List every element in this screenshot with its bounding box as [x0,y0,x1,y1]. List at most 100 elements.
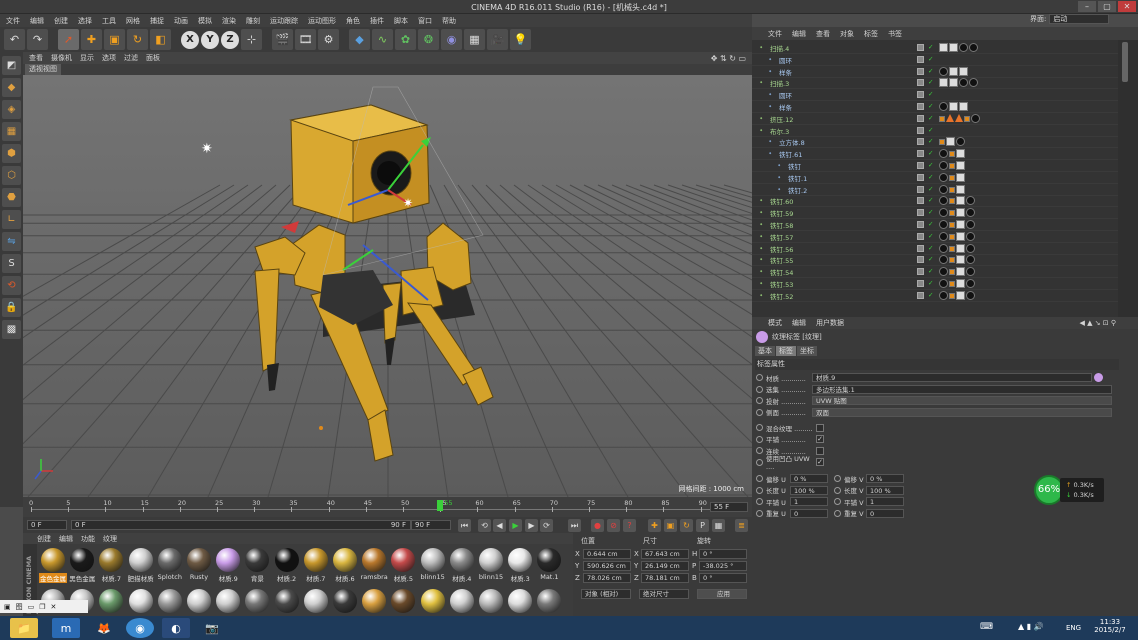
light-icon[interactable]: 💡 [510,29,531,50]
tag-icon[interactable] [939,196,948,206]
key-param-icon[interactable]: P [696,519,709,532]
key-position-icon[interactable]: ✚ [648,519,661,532]
enable-check-icon[interactable]: ✓ [928,208,933,216]
animate-dot-icon[interactable] [756,486,763,494]
tag-icon[interactable] [966,279,975,288]
material-swatch-row2[interactable] [391,589,416,613]
attribute-nav-icons[interactable]: ◀ ▲ ↘ ⊡ ⚲ [1079,319,1116,327]
enable-check-icon[interactable]: ✓ [928,291,933,299]
tag-icon[interactable] [939,78,948,88]
animate-dot-icon[interactable] [756,458,763,466]
next-key-icon[interactable]: ⟳ [540,519,553,532]
viewport-menu-item-2[interactable]: 显示 [80,53,94,63]
keyboard-icon[interactable]: ⌨ [980,622,993,632]
close-button[interactable]: ✕ [1118,1,1136,12]
size-field[interactable]: 67.643 cm [641,549,689,559]
viewport-menu-item-5[interactable]: 面板 [146,53,160,63]
animate-dot-icon[interactable] [756,424,763,431]
rotation-field[interactable]: 0 ° [699,549,747,559]
popup-close-icon[interactable]: ✕ [51,603,57,611]
viewport-menu-item-1[interactable]: 摄像机 [51,53,72,63]
tag-icon[interactable] [939,115,945,122]
tag-icon[interactable] [949,233,955,240]
attribute-checkbox[interactable]: ✓ [816,435,824,443]
object-row[interactable]: ⬩ 挤压.12 ✓ [752,113,1118,125]
menu-item-0[interactable]: 文件 [6,16,20,26]
animate-dot-icon[interactable] [756,498,763,505]
attribute-field-value[interactable]: UVW 贴图 [812,396,1112,405]
animate-dot-icon[interactable] [834,486,841,494]
material-swatch[interactable]: 材质.6 [331,548,359,583]
tag-icon[interactable] [971,113,980,123]
cinema4d-taskbar-icon[interactable]: ◐ [162,618,190,638]
camera-app-icon[interactable]: 📷 [198,618,226,638]
tray-icons[interactable]: ▲ ▮ 🔊 [1018,622,1044,631]
material-menu-item-2[interactable]: 功能 [81,534,95,544]
tag-icon[interactable] [959,43,968,52]
axis-mode-icon[interactable]: ∟ [2,210,21,229]
material-swatch[interactable]: 肥描材质 [127,548,155,583]
enable-check-icon[interactable]: ✓ [928,279,933,287]
viewport-nav-icons[interactable]: ✥ ⇅ ↻ ▭ [711,54,746,63]
visibility-toggle[interactable] [917,67,924,75]
object-row[interactable]: ⬩ 圆环 ✓ [752,54,1118,66]
material-swatch[interactable]: Mat.1 [535,548,563,581]
visibility-toggle[interactable] [917,244,924,252]
points-mode-icon[interactable]: ⬢ [2,144,21,163]
apply-button[interactable]: 应用 [697,589,747,599]
key-rotation-icon[interactable]: ↻ [680,519,693,532]
nurbs-icon[interactable]: ✿ [395,29,416,50]
attribute-field-value[interactable]: 材质.9 [812,373,1092,382]
snap-icon[interactable]: S [2,254,21,273]
position-field[interactable]: 0.644 cm [583,549,631,559]
tag-icon[interactable] [949,245,955,252]
z-axis-icon[interactable]: Z [221,30,239,49]
menu-item-17[interactable]: 帮助 [442,16,456,26]
undo-icon[interactable]: ↶ [4,29,25,50]
material-swatch-row2[interactable] [362,589,387,613]
tag-icon[interactable] [966,231,975,241]
object-menu-item-1[interactable]: 编辑 [792,29,806,39]
material-swatch[interactable]: 材质.9 [214,548,242,583]
tag-icon[interactable] [949,210,955,217]
material-swatch[interactable]: Splotch [156,548,184,581]
tag-icon[interactable] [949,151,955,158]
tag-icon[interactable] [939,220,948,229]
texture-mode-icon[interactable]: ◈ [2,100,21,119]
rotation-field[interactable]: 0 ° [699,573,747,583]
uv-field[interactable]: 0 [866,508,904,518]
tag-icon[interactable] [939,66,948,76]
menu-item-6[interactable]: 捕捉 [150,16,164,26]
viewport-tab-perspective[interactable]: 透视视图 [25,64,61,75]
object-row[interactable]: ⬩ 铁钉.60 ✓ [752,195,1118,208]
polygons-mode-icon[interactable]: ⬣ [2,188,21,207]
maximize-button[interactable]: ▢ [1098,1,1116,12]
start-frame-field[interactable]: 0 F [27,520,67,530]
tag-icon[interactable] [959,78,968,88]
tag-icon[interactable] [939,149,948,159]
object-row[interactable]: ⬩ 铁钉.56 ✓ [752,243,1118,255]
attribute-menu-item-1[interactable]: 编辑 [792,318,806,328]
tag-icon[interactable] [966,220,975,229]
tag-icon[interactable] [949,43,958,52]
menu-item-12[interactable]: 运动图形 [308,16,336,26]
object-menu-item-5[interactable]: 书签 [888,29,902,39]
material-swatch-row2[interactable] [187,589,211,613]
tag-icon[interactable] [956,137,965,147]
frame-range-slider[interactable]: 0 F 90 F [71,520,411,530]
object-row[interactable]: ⬩ 铁钉.55 ✓ [752,254,1118,267]
object-row[interactable]: ⬩ 扫描.3 ✓ [752,77,1118,90]
tag-icon[interactable] [966,255,975,265]
enable-check-icon[interactable]: ✓ [928,255,933,263]
material-swatch[interactable]: 背景 [243,548,271,583]
material-swatch-row2[interactable] [157,589,182,613]
object-row[interactable]: ⬩ 铁钉.54 ✓ [752,266,1118,279]
material-swatch-row2[interactable] [537,589,562,613]
visibility-toggle[interactable] [917,114,924,122]
enable-check-icon[interactable]: ✓ [928,137,933,145]
enable-check-icon[interactable]: ✓ [928,67,933,75]
tag-icon[interactable] [949,222,955,228]
render-settings-icon[interactable]: ⚙ [318,29,339,50]
attribute-tab-1[interactable]: 标签 [776,346,796,356]
end-frame-field[interactable]: 90 F [411,520,451,530]
